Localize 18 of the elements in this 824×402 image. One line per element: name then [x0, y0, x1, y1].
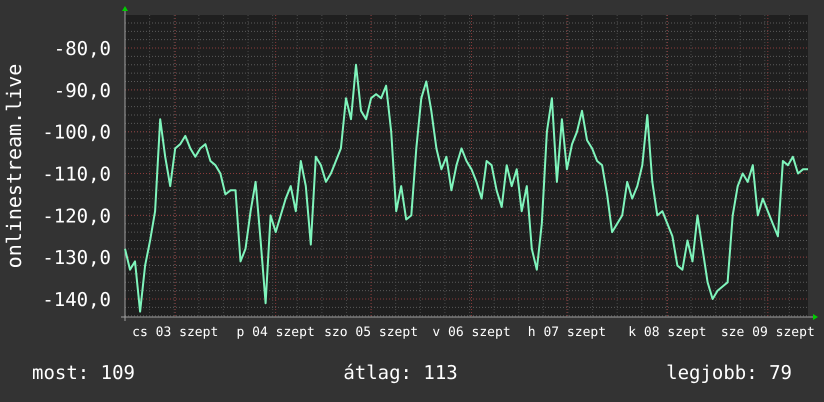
x-tick-label: v 06 szept — [432, 325, 511, 340]
y-tick-label: -130,0 — [42, 247, 111, 270]
y-tick-label: -80,0 — [54, 38, 111, 60]
legend-value: legjobb: 79 — [666, 361, 792, 386]
x-tick-label: k 08 szept — [628, 325, 707, 340]
y-tick-label: -100,0 — [42, 122, 111, 144]
y-axis-title: onlinestream.live — [2, 64, 26, 268]
x-tick-label: h 07 szept — [528, 325, 606, 340]
legend-value: átlag: 113 — [343, 361, 458, 386]
legend-value: most: 109 — [32, 361, 135, 386]
y-tick-label: -120,0 — [42, 205, 111, 228]
x-tick-label: szo 05 szept — [324, 325, 418, 340]
x-tick-label: sze 09 szept — [720, 325, 815, 340]
y-tick-label: -110,0 — [42, 164, 111, 186]
x-tick-label: p 04 szept — [236, 325, 315, 340]
y-tick-label: -140,0 — [42, 289, 111, 312]
y-tick-label: -90,0 — [54, 80, 111, 102]
x-tick-label: cs 03 szept — [132, 325, 218, 340]
